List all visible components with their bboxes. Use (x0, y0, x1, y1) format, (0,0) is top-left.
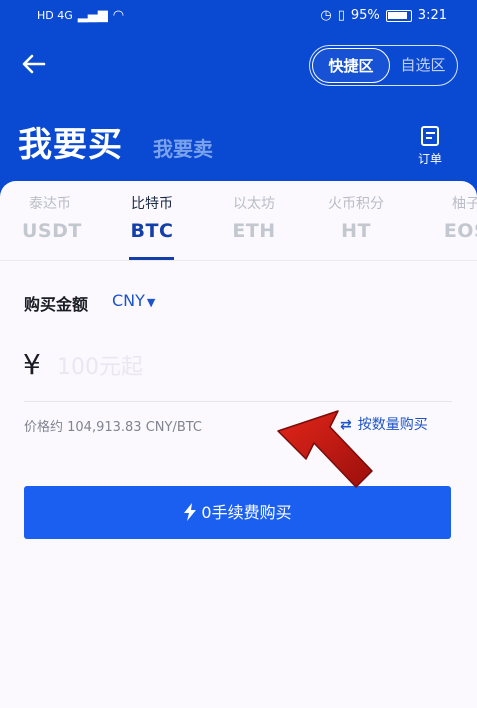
buy-button[interactable]: 0手续费购买 (24, 486, 451, 539)
amount-input[interactable] (57, 347, 437, 387)
orders-label: 订单 (417, 152, 442, 166)
input-divider (24, 401, 452, 402)
tab-btc-cn: 比特币 (131, 196, 173, 212)
tab-btc-code: BTC (130, 220, 174, 242)
coin-tabs: 泰达币 USDT 比特币 BTC 以太坊 ETH 火币积分 HT 柚子 EOS (0, 193, 477, 263)
order-list-icon (421, 126, 439, 146)
caret-down-icon: ▼ (146, 296, 156, 309)
buy-button-label: 0手续费购买 (201, 503, 292, 522)
currency-symbol: ¥ (23, 348, 41, 381)
back-button[interactable] (20, 50, 52, 82)
quick-zone-tab[interactable]: 快捷区 (312, 48, 390, 83)
zone-switch: 快捷区 自选区 (309, 45, 458, 86)
tab-usdt-code: USDT (22, 220, 82, 242)
alarm-icon: ◷ (320, 8, 332, 23)
clock: 3:21 (417, 8, 447, 23)
buy-panel: 泰达币 USDT 比特币 BTC 以太坊 ETH 火币积分 HT 柚子 EOS … (0, 181, 477, 708)
status-right: ◷ ▯ 95% 3:21 (320, 8, 447, 23)
battery-percent: 95% (350, 8, 380, 23)
arrow-left-icon (22, 54, 46, 74)
wifi-icon: ◠ (112, 8, 125, 23)
tabs-divider (0, 260, 477, 261)
page-title: 我要买 (18, 125, 123, 165)
tab-ht-code: HT (341, 220, 371, 242)
amount-label: 购买金额 (24, 295, 89, 314)
red-pointer-arrow (277, 410, 373, 488)
sell-tab[interactable]: 我要卖 (153, 133, 213, 162)
status-left: HD 4G ▂▄▆ ◠ (37, 8, 124, 23)
tab-usdt-cn: 泰达币 (29, 196, 71, 212)
status-bar: HD 4G ▂▄▆ ◠ ◷ ▯ 95% 3:21 (0, 0, 477, 32)
header-bar: HD 4G ▂▄▆ ◠ ◷ ▯ 95% 3:21 快捷区 自选区 我要买 我要卖… (0, 0, 477, 205)
network-indicator: HD 4G (37, 8, 73, 22)
orders-button[interactable]: 订单 (412, 126, 448, 170)
tab-eos-code: EOS (443, 220, 477, 242)
tab-ht-cn: 火币积分 (328, 196, 384, 212)
lightning-icon (184, 503, 197, 521)
tab-eth-cn: 以太坊 (233, 196, 275, 212)
vibrate-icon: ▯ (337, 8, 345, 23)
tab-usdt[interactable]: 泰达币 USDT (22, 193, 82, 247)
tab-eos[interactable]: 柚子 EOS (438, 193, 477, 247)
battery-icon (385, 9, 412, 22)
currency-value: CNY (112, 291, 145, 310)
custom-zone-tab[interactable]: 自选区 (390, 48, 456, 83)
tab-eos-cn: 柚子 (452, 196, 477, 212)
tab-eth[interactable]: 以太坊 ETH (226, 193, 282, 247)
tab-eth-code: ETH (232, 220, 276, 242)
tab-btc[interactable]: 比特币 BTC (124, 193, 180, 247)
price-estimate: 价格约 104,913.83 CNY/BTC (24, 420, 202, 435)
currency-select[interactable]: CNY ▼ (112, 291, 155, 310)
tab-ht[interactable]: 火币积分 HT (320, 193, 392, 247)
signal-icon: ▂▄▆ (77, 8, 108, 23)
